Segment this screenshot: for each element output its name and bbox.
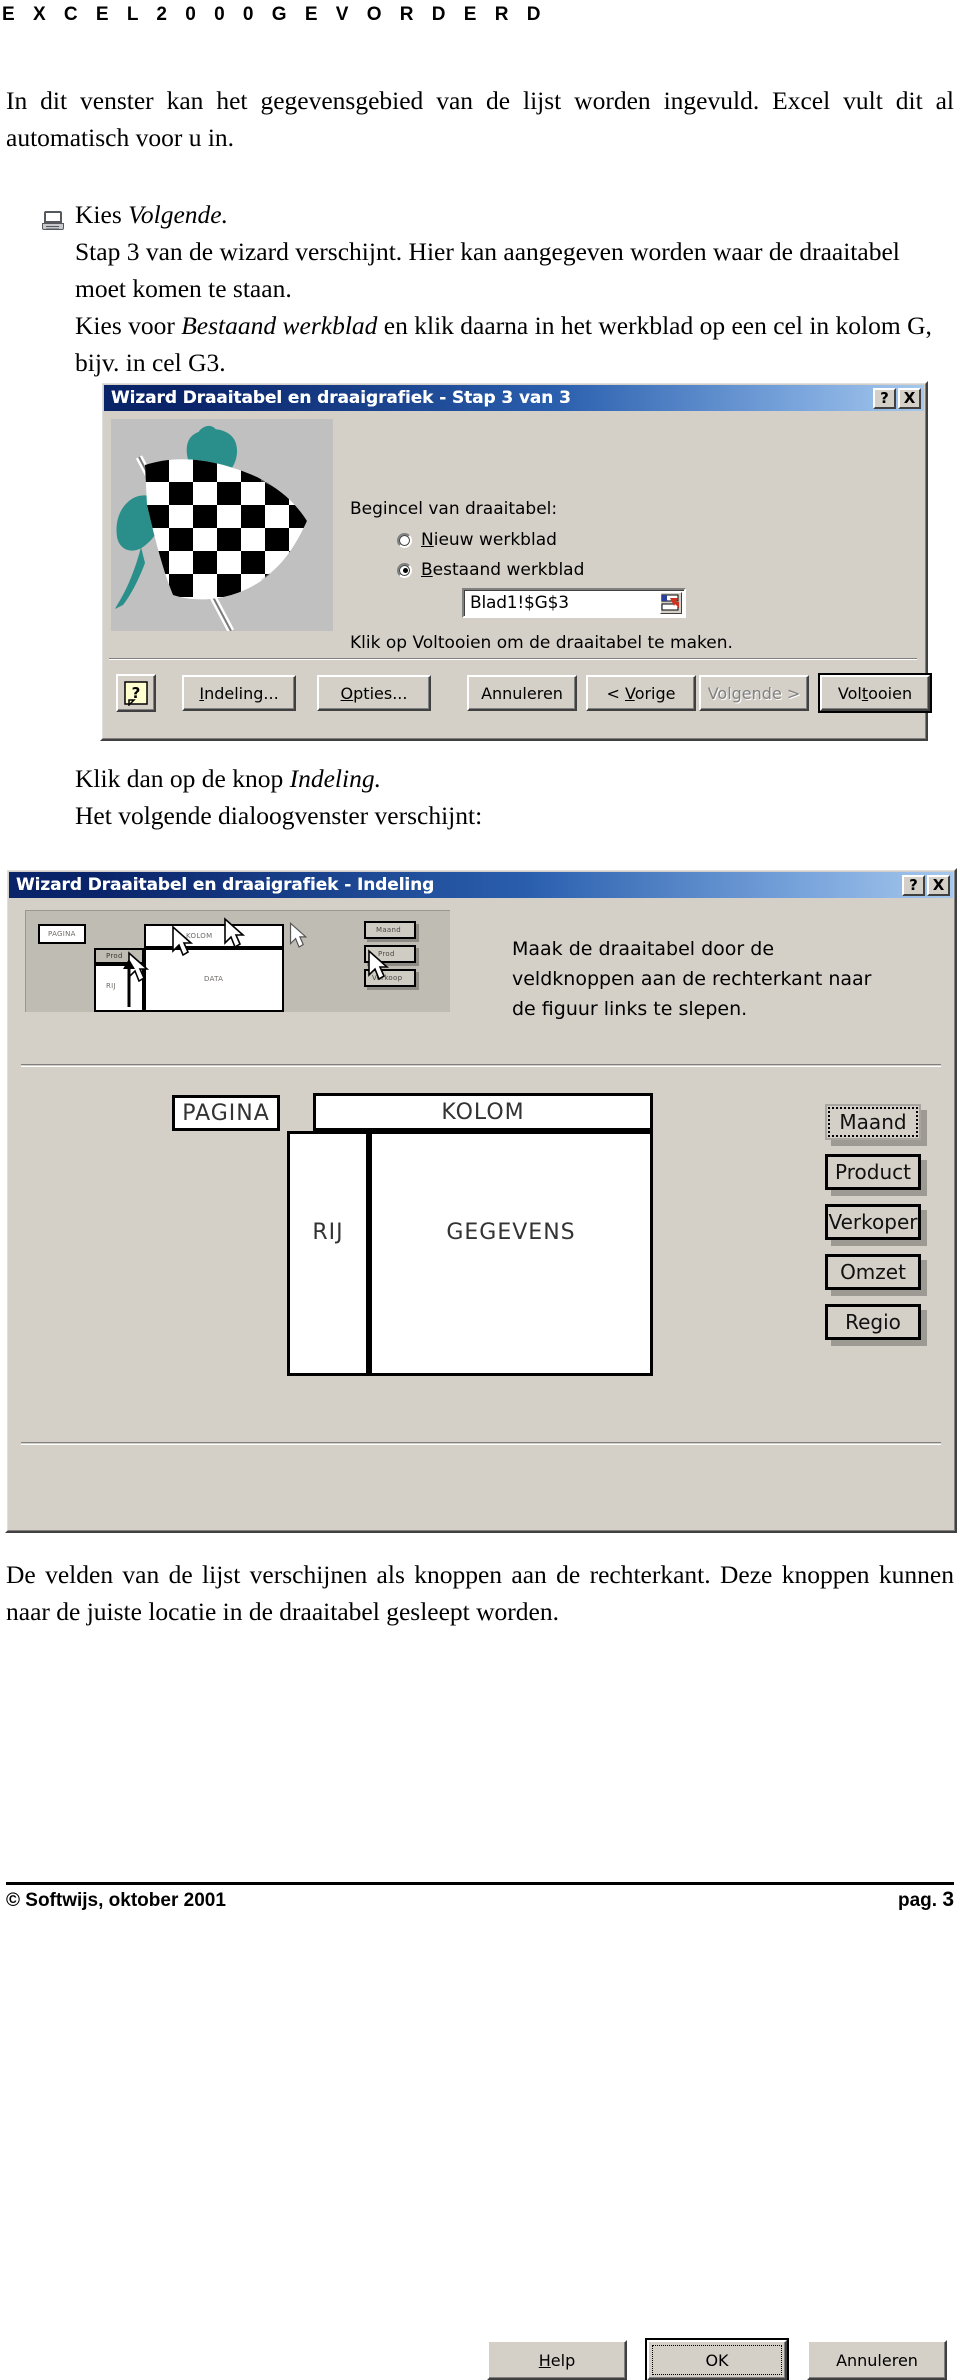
radio-bestaand-werkblad-indicator[interactable]: [397, 562, 412, 578]
radio-bestaand-werkblad[interactable]: Bestaand werkblad: [397, 560, 584, 580]
mid-line1-pre: Klik dan op de knop: [75, 764, 290, 793]
wizard-step3-title: Wizard Draaitabel en draaigrafiek - Stap…: [111, 388, 571, 408]
help-titlebar-icon[interactable]: ?: [873, 387, 896, 409]
voltooien-hint: Klik op Voltooien om de draaitabel te ma…: [350, 633, 733, 653]
pivot-column-area[interactable]: KOLOM: [313, 1093, 653, 1131]
step-line2: Stap 3 van de wizard verschijnt. Hier ka…: [75, 237, 900, 303]
pivot-data-area[interactable]: GEGEVENS: [369, 1131, 653, 1376]
mid-paragraph: Klik dan op de knop Indeling. Het volgen…: [75, 760, 955, 834]
help-button[interactable]: Help: [487, 2340, 627, 2380]
radio-nieuw-werkblad-indicator[interactable]: [397, 532, 412, 548]
page-footer: © Softwijs, oktober 2001 pag. 3: [6, 1888, 954, 1912]
intro-paragraph: In dit venster kan het gegevensgebied va…: [6, 86, 954, 152]
opties-button[interactable]: Opties...: [317, 675, 431, 711]
pivot-row-area[interactable]: RIJ: [287, 1131, 369, 1376]
radio-bestaand-werkblad-label: Bestaand werkblad: [421, 560, 585, 580]
page-title: E X C E L 2 0 0 0 G E V O R D E R D: [2, 4, 547, 25]
mid-line2: Het volgende dialoogvenster verschijnt:: [75, 801, 483, 830]
begincel-label: Begincel van draaitabel:: [350, 499, 558, 519]
step-line3-pre: Kies voor: [75, 311, 182, 340]
steps-paragraph: Kies Volgende. Stap 3 van de wizard vers…: [75, 196, 955, 381]
wizard-indeling-titlebar: Wizard Draaitabel en draaigrafiek - Inde…: [9, 872, 953, 898]
reference-input-value: Blad1!$G$3: [470, 593, 569, 613]
dialog-separator: [109, 658, 917, 660]
step-bestaand-werkblad-emphasis: Bestaand werkblad: [181, 311, 378, 340]
pointer-cursor-icon: [289, 921, 308, 948]
closing-paragraph: De velden van de lijst verschijnen als k…: [6, 1560, 954, 1626]
field-button-verkoper[interactable]: Verkoper: [825, 1204, 921, 1240]
pivot-page-area[interactable]: PAGINA: [172, 1095, 280, 1131]
field-button-maand[interactable]: Maand: [825, 1104, 921, 1140]
reference-input[interactable]: Blad1!$G$3: [462, 588, 686, 618]
indeling-thumbnail-illustration: PAGINA KOLOM Prod RIJ DATA Maand Prod Ve…: [25, 910, 450, 1012]
step-volgende-emphasis: Volgende.: [128, 200, 228, 229]
thumb-rij-label: RIJ: [106, 982, 116, 990]
indeling-separator-top: [21, 1064, 941, 1067]
drag-cursor-icon: [368, 949, 390, 981]
thumb-pagina-label: PAGINA: [48, 930, 76, 938]
field-button-regio[interactable]: Regio: [825, 1304, 921, 1340]
ok-button[interactable]: OK: [645, 2338, 789, 2380]
footer-page-number: pag. 3: [897, 1888, 954, 1911]
help-titlebar-icon[interactable]: ?: [902, 874, 925, 896]
drag-arrow-icon: [123, 959, 135, 1007]
footer-copyright: © Softwijs, oktober 2001: [6, 1890, 226, 1911]
volgende-button: Volgende >: [699, 675, 809, 711]
step-kies-label: Kies: [75, 200, 129, 229]
drag-cursor-icon: [172, 925, 194, 957]
wizard-step3-titlebar: Wizard Draaitabel en draaigrafiek - Stap…: [104, 385, 924, 411]
close-icon[interactable]: X: [927, 874, 950, 896]
close-icon[interactable]: X: [898, 387, 921, 409]
collapse-dialog-icon[interactable]: [660, 592, 682, 614]
laptop-icon: [42, 211, 64, 231]
wizard-step3-dialog[interactable]: Wizard Draaitabel en draaigrafiek - Stap…: [100, 381, 932, 741]
thumb-data-label: DATA: [204, 975, 224, 983]
vorige-button[interactable]: < Vorige: [586, 675, 696, 711]
drag-cursor-icon: [224, 917, 246, 949]
voltooien-button[interactable]: Voltooien: [818, 673, 932, 713]
cancel-button[interactable]: Annuleren: [807, 2340, 947, 2380]
indeling-button[interactable]: Indeling...: [182, 675, 296, 711]
indeling-instruction: Maak de draaitabel door de veldknoppen a…: [512, 938, 872, 1020]
footer-divider: [6, 1882, 954, 1885]
wizard-illustration: [111, 419, 333, 631]
indeling-separator-bottom: [21, 1442, 941, 1445]
field-button-omzet[interactable]: Omzet: [825, 1254, 921, 1290]
thumb-side-button-0: Maand: [376, 926, 401, 934]
field-button-product[interactable]: Product: [825, 1154, 921, 1190]
help-button[interactable]: ?: [116, 674, 156, 712]
radio-nieuw-werkblad[interactable]: Nieuw werkblad: [397, 530, 557, 550]
wizard-indeling-title: Wizard Draaitabel en draaigrafiek - Inde…: [16, 875, 435, 895]
radio-nieuw-werkblad-label: Nieuw werkblad: [421, 530, 557, 550]
mid-indeling-emphasis: Indeling.: [289, 764, 381, 793]
annuleren-button[interactable]: Annuleren: [467, 675, 577, 711]
